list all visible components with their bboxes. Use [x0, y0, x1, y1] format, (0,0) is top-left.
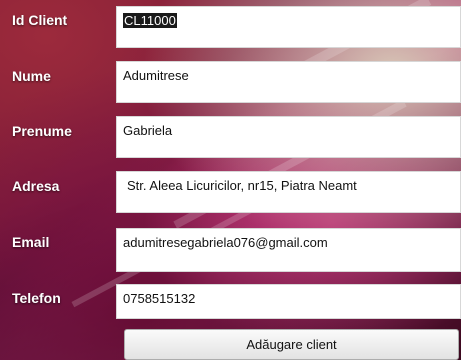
id-client-field[interactable]: CL11000 — [116, 6, 461, 48]
telefon-field[interactable]: 0758515132 — [116, 284, 461, 319]
telefon-label: Telefon — [12, 290, 61, 306]
id-client-value: CL11000 — [123, 13, 177, 28]
adresa-field[interactable]: Str. Aleea Licuricilor, nr15, Piatra Nea… — [116, 171, 461, 213]
add-client-button[interactable]: Adăugare client — [124, 329, 459, 360]
adresa-label: Adresa — [12, 178, 60, 194]
nume-field[interactable]: Adumitrese — [116, 61, 461, 103]
prenume-label: Prenume — [12, 123, 72, 139]
nume-label: Nume — [12, 68, 51, 84]
email-field[interactable]: adumitresegabriela076@gmail.com — [116, 228, 461, 272]
prenume-field[interactable]: Gabriela — [116, 116, 461, 158]
id-client-label: Id Client — [12, 12, 68, 28]
email-label: Email — [12, 234, 50, 250]
